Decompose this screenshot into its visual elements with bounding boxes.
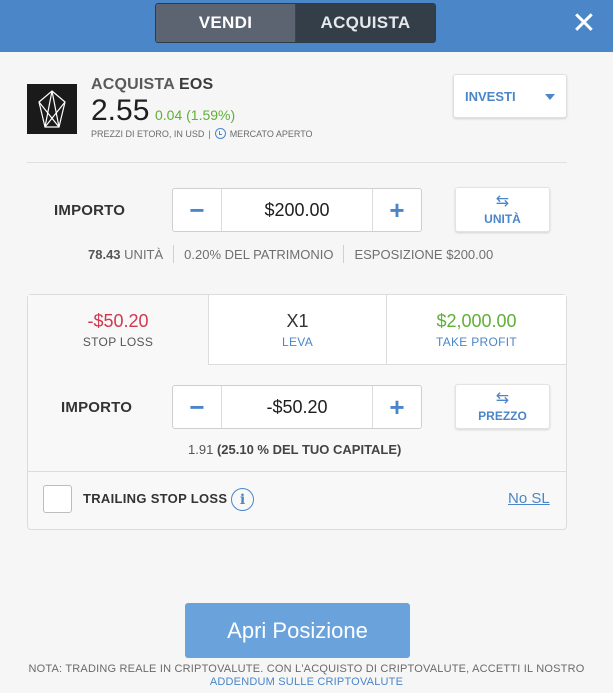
- price-toggle-button[interactable]: ⇆ PREZZO: [455, 384, 550, 429]
- stop-loss-stepper: − -$50.20 +: [172, 385, 422, 429]
- asset-action: ACQUISTA: [91, 76, 175, 93]
- price-meta: PREZZI DI ETORO, IN USD | MERCATO APERTO: [91, 128, 313, 139]
- footer-note-text: NOTA: TRADING REALE IN CRIPTOVALUTE. CON…: [28, 663, 585, 675]
- clock-icon: [214, 128, 226, 139]
- swap-icon: ⇆: [495, 190, 510, 210]
- unit-toggle-button[interactable]: ⇆ UNITÀ: [455, 187, 550, 232]
- amount-input[interactable]: $200.00: [222, 189, 372, 231]
- sell-buy-toggle: VENDI ACQUISTA: [155, 3, 436, 43]
- close-icon[interactable]: ✕: [569, 6, 599, 42]
- amount-info: 78.43 UNITÀ 0.20% DEL PATRIMONIO ESPOSIZ…: [88, 245, 493, 263]
- exposure-info: ESPOSIZIONE $200.00: [354, 247, 493, 262]
- investi-label: INVESTI: [465, 88, 516, 104]
- chevron-down-icon: [545, 94, 555, 100]
- minus-button[interactable]: −: [173, 386, 222, 428]
- info-icon[interactable]: i: [231, 488, 254, 511]
- units-value: 78.43: [88, 246, 121, 262]
- price-toggle-label: PREZZO: [478, 408, 527, 423]
- divider: [28, 471, 566, 472]
- eos-logo-icon: [27, 84, 77, 134]
- stop-loss-value: -$50.20: [87, 311, 149, 331]
- trailing-stop-checkbox[interactable]: [43, 485, 72, 513]
- stop-loss-amount-label: IMPORTO: [61, 399, 133, 416]
- investi-dropdown[interactable]: INVESTI: [453, 74, 567, 118]
- stop-loss-info: 1.91 (25.10 % DEL TUO CAPITALE): [188, 442, 401, 457]
- stop-loss-input[interactable]: -$50.20: [222, 386, 372, 428]
- price-change: 0.04 (1.59%): [155, 107, 236, 123]
- exposure-label: ESPOSIZIONE: [354, 246, 443, 262]
- asset-title: ACQUISTA EOS: [91, 76, 213, 94]
- meta-separator: |: [208, 128, 211, 139]
- take-profit-label: TAKE PROFIT: [435, 334, 518, 349]
- leverage-value: X1: [286, 310, 309, 331]
- buy-tab[interactable]: ACQUISTA: [296, 4, 435, 42]
- no-sl-link[interactable]: No SL: [508, 490, 550, 507]
- stop-loss-label: STOP LOSS: [82, 335, 154, 349]
- swap-icon: ⇆: [495, 387, 510, 407]
- equity-info: 0.20% DEL PATRIMONIO: [184, 246, 334, 262]
- crypto-addendum-link[interactable]: ADDENDUM SULLE CRIPTOVALUTE: [0, 676, 613, 689]
- take-profit-value: $2,000.00: [436, 310, 517, 331]
- amount-stepper: − $200.00 +: [172, 188, 422, 232]
- separator: [343, 245, 345, 263]
- separator: [173, 245, 175, 263]
- tab-leverage[interactable]: X1 LEVA: [208, 295, 386, 365]
- plus-button[interactable]: +: [372, 386, 421, 428]
- trailing-stop-label: TRAILING STOP LOSS: [83, 491, 228, 506]
- minus-button[interactable]: −: [173, 189, 222, 231]
- stop-loss-info-pct: (25.10 % DEL TUO CAPITALE): [216, 442, 402, 457]
- unit-toggle-label: UNITÀ: [484, 211, 521, 226]
- asset-price: 2.55: [91, 94, 150, 127]
- asset-symbol: EOS: [179, 76, 214, 93]
- open-position-button[interactable]: Apri Posizione: [185, 603, 410, 658]
- units-info: 78.43 UNITÀ: [88, 247, 163, 262]
- tab-stop-loss[interactable]: -$50.20 STOP LOSS: [28, 295, 208, 365]
- footer-note: NOTA: TRADING REALE IN CRIPTOVALUTE. CON…: [0, 663, 613, 689]
- prices-note: PREZZI DI ETORO, IN USD: [91, 128, 205, 139]
- stop-loss-info-value: 1.91: [188, 442, 214, 457]
- exposure-value: $200.00: [446, 246, 494, 262]
- sell-tab[interactable]: VENDI: [156, 4, 296, 42]
- units-label: UNITÀ: [124, 246, 164, 262]
- plus-button[interactable]: +: [372, 189, 421, 231]
- settings-tabs: -$50.20 STOP LOSS X1 LEVA $2,000.00 TAKE…: [28, 295, 566, 365]
- amount-label: IMPORTO: [54, 202, 126, 219]
- tab-take-profit[interactable]: $2,000.00 TAKE PROFIT: [386, 295, 566, 365]
- divider: [27, 162, 567, 163]
- leverage-label: LEVA: [282, 334, 313, 349]
- market-status: MERCATO APERTO: [229, 128, 313, 139]
